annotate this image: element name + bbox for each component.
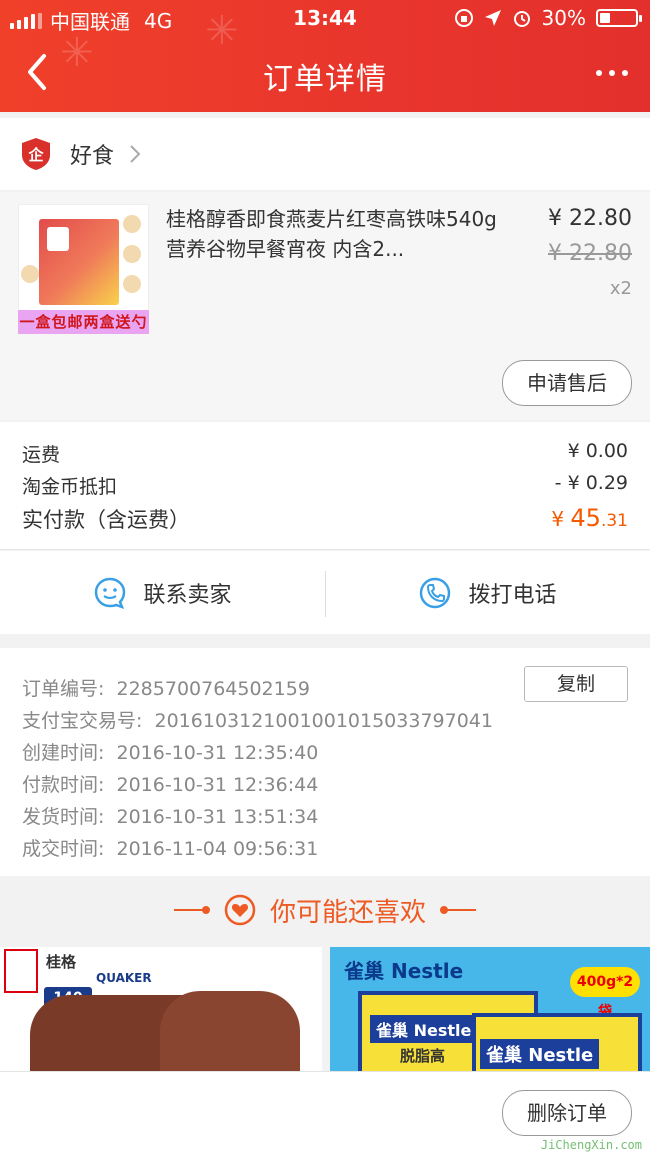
recommend-item-quaker[interactable]: 桂格 QUAKER 140 — [0, 947, 322, 1071]
alipay-number-row: 支付宝交易号: 2016103121001001015033797041 — [22, 706, 493, 733]
decor-spoon-icon — [21, 265, 39, 283]
shipped-label: 发货时间: — [22, 806, 105, 828]
bottom-action-bar: 删除订单 JiChengXin.com — [0, 1071, 650, 1156]
fee-summary: 运费 ¥ 0.00 淘金币抵扣 - ¥ 0.29 实付款（含运费） ¥ 45.3… — [0, 422, 650, 550]
rec1-sub: QUAKER — [96, 971, 152, 985]
alipay-label: 支付宝交易号: — [22, 710, 143, 732]
call-phone-label: 拨打电话 — [468, 582, 557, 608]
total-currency: ¥ — [551, 507, 565, 531]
coin-value: - ¥ 0.29 — [554, 472, 628, 494]
total-integer: 45 — [570, 504, 601, 532]
rec2-sub: 脱脂高 — [400, 1047, 446, 1065]
nav-bar: 订单详情 — [0, 38, 650, 110]
product-original-price: ¥ 22.80 — [548, 241, 632, 266]
created-label: 创建时间: — [22, 742, 105, 764]
shipping-fee-row: 运费 ¥ 0.00 — [22, 440, 628, 467]
rec1-brand: 桂格 — [46, 953, 77, 971]
shipping-value: ¥ 0.00 — [567, 440, 628, 462]
decor-spoon-icon — [123, 215, 141, 233]
coin-deduction-row: 淘金币抵扣 - ¥ 0.29 — [22, 472, 628, 499]
order-number-label: 订单编号: — [22, 678, 105, 700]
header-bar: ✳ ✳ 中国联通 4G 13:44 30% 订单详情 — [0, 0, 650, 112]
status-bar: 中国联通 4G 13:44 30% — [0, 0, 650, 38]
watermark: JiChengXin.com — [540, 1138, 642, 1152]
product-quantity: x2 — [609, 278, 632, 299]
rec2-label2: 雀巢 Nestle — [480, 1039, 600, 1069]
shipping-label: 运费 — [22, 444, 61, 466]
decor-spoon-icon — [123, 275, 141, 293]
paid-label: 付款时间: — [22, 774, 105, 796]
closed-value: 2016-11-04 09:56:31 — [116, 838, 319, 860]
page-title: 订单详情 — [263, 62, 387, 97]
contact-bar: 联系卖家 拨打电话 — [0, 551, 650, 634]
rec2-tag: 400g*2袋 — [570, 967, 640, 1020]
product-price: ¥ 22.80 — [548, 206, 632, 231]
after-sale-button[interactable]: 申请售后 — [502, 360, 632, 406]
rotation-lock-icon — [454, 9, 473, 27]
chevron-right-icon — [130, 145, 141, 163]
shipped-time-row: 发货时间: 2016-10-31 13:51:34 — [22, 802, 318, 829]
location-arrow-icon — [484, 10, 501, 26]
product-bag-image — [160, 991, 300, 1071]
shipped-value: 2016-10-31 13:51:34 — [116, 806, 319, 828]
heart-icon — [224, 894, 256, 926]
total-label: 实付款（含运费） — [22, 508, 190, 532]
paid-value: 2016-10-31 12:36:44 — [116, 774, 319, 796]
order-number-row: 订单编号: 2285700764502159 — [22, 674, 310, 701]
rec2-label: 雀巢 Nestle — [370, 1015, 478, 1043]
heading-line-right — [446, 909, 476, 911]
closed-label: 成交时间: — [22, 838, 105, 860]
paid-time-row: 付款时间: 2016-10-31 12:36:44 — [22, 770, 318, 797]
enterprise-shop-icon: 企 — [22, 138, 50, 170]
coin-label: 淘金币抵扣 — [22, 476, 118, 498]
product-box-image — [39, 219, 119, 305]
call-phone-button[interactable]: 拨打电话 — [325, 551, 650, 634]
promo-banner: 一盒包邮两盒送勺 — [18, 310, 149, 334]
recommend-item-nestle[interactable]: 雀巢 Nestle 400g*2袋 雀巢 Nestle 脱脂高 雀巢 Nestl… — [330, 947, 650, 1071]
product-title[interactable]: 桂格醇香即食燕麦片红枣高铁味540g营养谷物早餐宵夜 内含2... — [166, 204, 506, 264]
product-thumbnail[interactable] — [18, 204, 149, 326]
more-menu-icon[interactable] — [592, 58, 632, 88]
total-paid-row: 实付款（含运费） ¥ 45.31 — [22, 504, 628, 534]
shop-badge-text: 企 — [27, 146, 44, 164]
recommend-heading: 你可能还喜欢 — [0, 880, 650, 940]
created-time-row: 创建时间: 2016-10-31 12:35:40 — [22, 738, 318, 765]
contact-seller-label: 联系卖家 — [143, 582, 232, 608]
total-decimal: .31 — [600, 511, 628, 531]
order-number-value: 2285700764502159 — [116, 678, 310, 700]
closed-time-row: 成交时间: 2016-11-04 09:56:31 — [22, 834, 318, 861]
shop-name: 好食 — [70, 144, 115, 169]
alipay-value: 2016103121001001015033797041 — [154, 710, 493, 732]
contact-seller-button[interactable]: 联系卖家 — [0, 551, 325, 634]
battery-icon — [596, 9, 642, 27]
decor-spoon-icon — [123, 245, 141, 263]
phone-icon — [420, 577, 451, 608]
total-value: ¥ 45.31 — [551, 504, 628, 532]
delete-order-button[interactable]: 删除订单 — [502, 1090, 632, 1136]
copy-order-button[interactable]: 复制 — [524, 666, 628, 702]
created-value: 2016-10-31 12:35:40 — [116, 742, 319, 764]
alarm-icon — [513, 11, 530, 27]
battery-percent: 30% — [541, 6, 586, 30]
heading-line-left — [173, 909, 204, 911]
recommend-title: 你可能还喜欢 — [269, 897, 426, 928]
quaker-logo-icon — [4, 949, 38, 993]
chat-bubble-icon — [95, 577, 126, 609]
shop-row[interactable]: 企 好食 — [0, 118, 650, 190]
rec2-brand: 雀巢 Nestle — [344, 959, 464, 983]
